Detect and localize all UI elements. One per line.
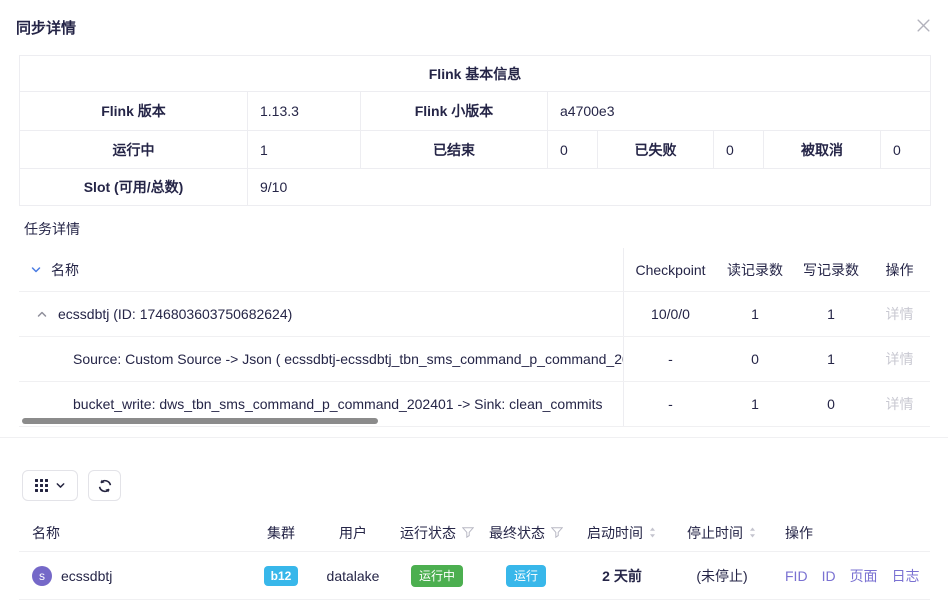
task-row-source: Source: Custom Source -> Json ( ecssdbtj…: [19, 337, 930, 382]
jobs-col-start-time-label: 启动时间: [587, 523, 643, 543]
close-icon[interactable]: [915, 17, 931, 33]
task-table: 名称 Checkpoint 读记录数 写记录数 操作 ecssdbtj (ID:…: [19, 248, 930, 427]
avatar: s: [32, 566, 52, 586]
jobs-col-start-time[interactable]: 启动时间: [572, 523, 672, 543]
task-detail-link[interactable]: 详情: [886, 351, 914, 367]
jobs-col-name: 名称: [19, 523, 250, 543]
job-name-cell: s ecssdbtj: [19, 566, 250, 586]
refresh-button[interactable]: [88, 470, 121, 501]
task-col-write-records: 写记录数: [793, 260, 869, 280]
task-write-count: 1: [793, 306, 869, 322]
jobs-col-final-status-label: 最终状态: [489, 523, 545, 543]
job-row: s ecssdbtj b12 datalake 运行中 运行 2 天前 (未停止…: [19, 552, 930, 600]
column-settings-button[interactable]: [22, 470, 78, 501]
task-col-checkpoint: Checkpoint: [623, 248, 717, 291]
slot-value: 9/10: [248, 169, 931, 206]
job-start-time: 2 天前: [602, 566, 642, 586]
flink-version-label: Flink 版本: [20, 92, 248, 131]
task-name: bucket_write: dws_tbn_sms_command_p_comm…: [73, 396, 603, 412]
task-details-title: 任务详情: [24, 219, 80, 239]
task-checkpoint: 10/0/0: [623, 292, 717, 336]
job-name: ecssdbtj: [61, 568, 112, 584]
filter-funnel-icon[interactable]: [551, 527, 563, 538]
final-status-badge: 运行: [506, 565, 546, 587]
task-checkpoint: -: [623, 382, 717, 426]
task-row-name-cell: Source: Custom Source -> Json ( ecssdbtj…: [19, 351, 623, 367]
id-link[interactable]: ID: [822, 568, 836, 584]
drawer-title: 同步详情: [16, 17, 76, 38]
failed-label: 已失败: [598, 131, 714, 169]
cluster-badge: b12: [264, 566, 299, 586]
task-detail-link[interactable]: 详情: [886, 396, 914, 412]
task-table-header: 名称 Checkpoint 读记录数 写记录数 操作: [19, 248, 930, 292]
task-read-count: 0: [717, 351, 793, 367]
task-write-count: 0: [793, 396, 869, 412]
sorter-icon[interactable]: [748, 526, 757, 539]
jobs-table-header: 名称 集群 用户 运行状态 最终状态 启动时间: [19, 514, 930, 552]
horizontal-scrollbar[interactable]: [22, 418, 378, 424]
jobs-col-run-status[interactable]: 运行状态: [394, 523, 480, 543]
job-stop-time: (未停止): [672, 566, 772, 586]
flink-info-table: Flink 基本信息 Flink 版本 1.13.3 Flink 小版本 a47…: [19, 55, 931, 206]
flink-info-title: Flink 基本信息: [20, 56, 931, 92]
expand-all-chevron-down-icon[interactable]: [30, 264, 42, 276]
slot-label: Slot (可用/总数): [20, 169, 248, 206]
task-col-read-records: 读记录数: [717, 260, 793, 280]
collapse-chevron-up-icon[interactable]: [36, 308, 48, 320]
log-link[interactable]: 日志: [892, 566, 920, 586]
fid-link[interactable]: FID: [785, 568, 808, 584]
task-checkpoint: -: [623, 337, 717, 381]
job-actions: FID ID 页面 日志: [772, 566, 930, 586]
flink-minor-version-label: Flink 小版本: [361, 92, 548, 131]
finished-value: 0: [548, 131, 598, 169]
sync-detail-drawer: 同步详情 Flink 基本信息 Flink 版本 1.13.3 Flink 小版…: [0, 0, 948, 611]
flink-minor-version-value: a4700e3: [548, 92, 931, 131]
jobs-col-run-status-label: 运行状态: [400, 523, 456, 543]
failed-value: 0: [714, 131, 764, 169]
jobs-col-final-status[interactable]: 最终状态: [480, 523, 572, 543]
sorter-icon[interactable]: [648, 526, 657, 539]
jobs-col-cluster: 集群: [250, 523, 312, 543]
flink-version-value: 1.13.3: [248, 92, 361, 131]
task-read-count: 1: [717, 396, 793, 412]
filter-funnel-icon[interactable]: [462, 527, 474, 538]
task-detail-link[interactable]: 详情: [886, 306, 914, 322]
cancelled-label: 被取消: [764, 131, 881, 169]
task-name: Source: Custom Source -> Json ( ecssdbtj…: [73, 351, 623, 367]
task-row-name-cell: ecssdbtj (ID: 1746803603750682624): [19, 306, 623, 322]
cancelled-value: 0: [881, 131, 931, 169]
task-col-action: 操作: [869, 260, 930, 280]
job-user: datalake: [312, 568, 394, 584]
jobs-col-stop-time[interactable]: 停止时间: [672, 523, 772, 543]
page-link[interactable]: 页面: [850, 566, 878, 586]
task-col-name: 名称: [19, 260, 623, 280]
task-row-name-cell: bucket_write: dws_tbn_sms_command_p_comm…: [19, 396, 623, 412]
refresh-icon: [98, 479, 112, 493]
task-name: ecssdbtj (ID: 1746803603750682624): [58, 306, 292, 322]
task-col-name-label: 名称: [51, 260, 79, 280]
chevron-down-icon: [55, 480, 66, 491]
task-write-count: 1: [793, 351, 869, 367]
running-label: 运行中: [20, 131, 248, 169]
task-read-count: 1: [717, 306, 793, 322]
jobs-col-stop-time-label: 停止时间: [687, 523, 743, 543]
jobs-col-user: 用户: [312, 523, 394, 543]
run-status-badge: 运行中: [411, 565, 463, 587]
grid-icon: [35, 479, 48, 492]
section-divider: [0, 437, 948, 438]
jobs-col-action: 操作: [772, 523, 930, 543]
jobs-table: 名称 集群 用户 运行状态 最终状态 启动时间: [19, 514, 930, 600]
running-value: 1: [248, 131, 361, 169]
task-row-parent: ecssdbtj (ID: 1746803603750682624) 10/0/…: [19, 292, 930, 337]
finished-label: 已结束: [361, 131, 548, 169]
